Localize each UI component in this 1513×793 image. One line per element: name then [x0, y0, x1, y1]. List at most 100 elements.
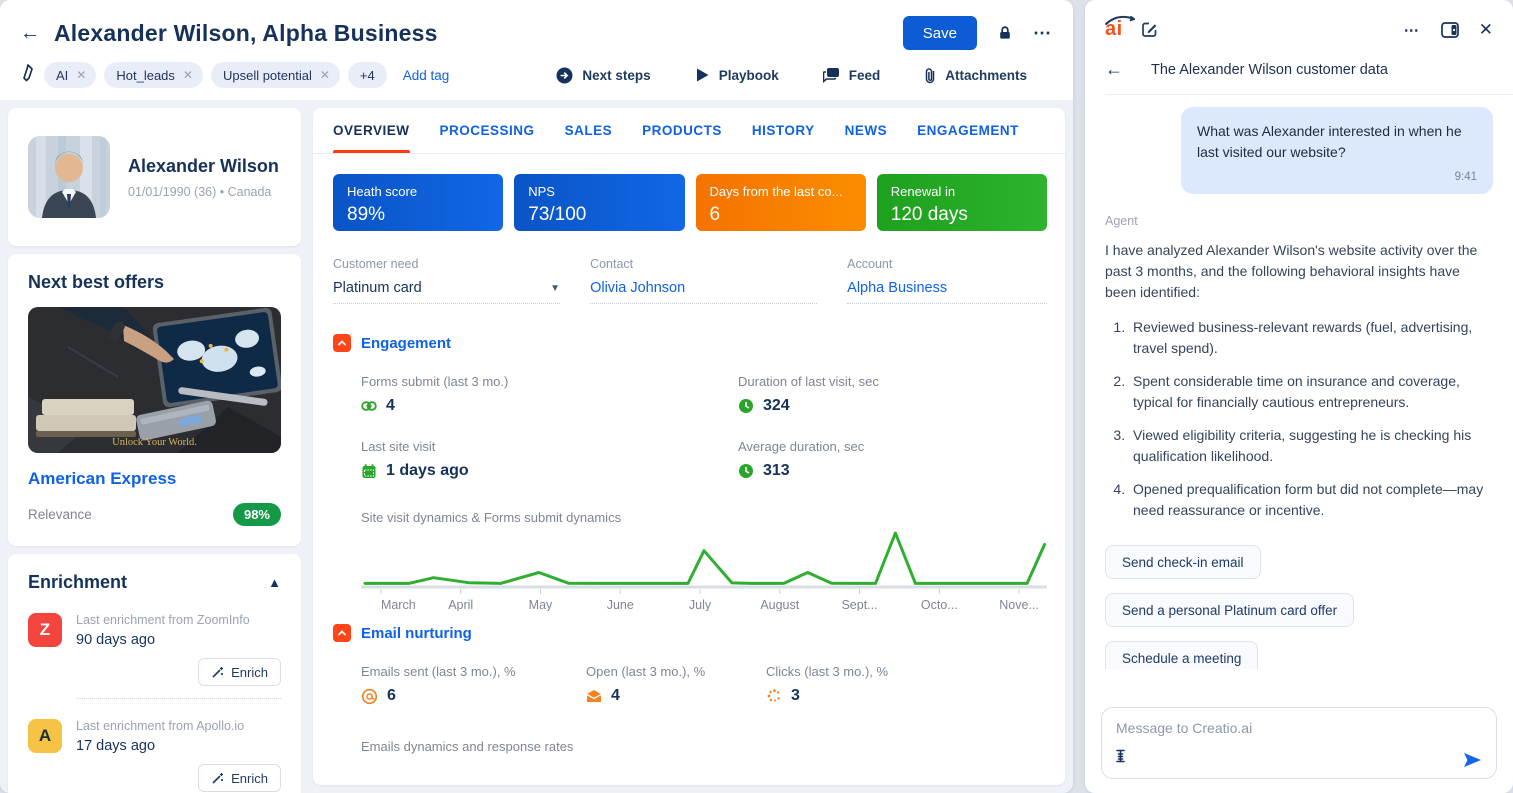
contact-meta: 01/01/1990 (36) • Canada: [128, 185, 279, 199]
magic-wand-icon: [211, 772, 224, 785]
svg-text:Sept...: Sept...: [841, 598, 877, 611]
magic-wand-icon: [211, 666, 224, 679]
message-timestamp: 9:41: [1197, 169, 1477, 186]
tab-news[interactable]: NEWS: [845, 108, 888, 153]
next-steps-button[interactable]: Next steps: [556, 67, 650, 84]
record-detail-card: OVERVIEW PROCESSING SALES PRODUCTS HISTO…: [313, 108, 1065, 785]
remove-tag-icon[interactable]: ✕: [320, 68, 330, 82]
svg-text:March: March: [381, 598, 416, 611]
creatio-ai-logo[interactable]: ai: [1105, 18, 1123, 41]
close-icon[interactable]: ✕: [1479, 20, 1493, 40]
message-composer[interactable]: [1101, 707, 1497, 779]
stat-open-rate: Open (last 3 mo.), % 4: [586, 664, 766, 705]
account-link[interactable]: Alpha Business: [847, 280, 1047, 304]
enrich-button[interactable]: Enrich: [198, 764, 281, 792]
more-tags-pill[interactable]: +4: [348, 62, 387, 88]
tab-bar: OVERVIEW PROCESSING SALES PRODUCTS HISTO…: [313, 108, 1065, 154]
tab-overview[interactable]: OVERVIEW: [333, 108, 410, 153]
tab-products[interactable]: PRODUCTS: [642, 108, 722, 153]
enrichment-item-zoominfo: Z Last enrichment from ZoomInfo 90 days …: [28, 613, 281, 699]
play-icon: [695, 67, 710, 83]
agent-insight: Opened prequalification form but did not…: [1129, 479, 1493, 521]
panel-more-icon[interactable]: ⋯: [1404, 21, 1421, 39]
tag-pill[interactable]: Upsell potential✕: [211, 62, 340, 88]
stat-clicks: Clicks (last 3 mo.), % 3: [766, 664, 991, 705]
left-sidebar: Alexander Wilson 01/01/1990 (36) • Canad…: [8, 108, 301, 785]
tag-pill[interactable]: AI✕: [44, 62, 96, 88]
email-nurturing-stats: Emails sent (last 3 mo.), % 6 Open (last…: [361, 664, 1047, 705]
metric-card-days-last-contact: Days from the last co... 6: [696, 174, 866, 231]
send-message-icon[interactable]: [1463, 752, 1482, 768]
stat-emails-sent: Emails sent (last 3 mo.), % 6: [361, 664, 586, 705]
offer-name-link[interactable]: American Express: [28, 469, 281, 489]
metric-card-health-score: Heath score 89%: [333, 174, 503, 231]
agent-insight: Spent considerable time on insurance and…: [1129, 371, 1493, 413]
tab-history[interactable]: HISTORY: [752, 108, 815, 153]
open-email-icon: [586, 689, 602, 703]
enrichment-card: Enrichment ▲ Z Last enrichment from Zoom…: [8, 554, 301, 793]
email-nurturing-section-header: Email nurturing: [333, 624, 1047, 642]
tag-pill[interactable]: Hot_leads✕: [104, 62, 203, 88]
agent-intro: I have analyzed Alexander Wilson's websi…: [1105, 240, 1493, 303]
contact-link[interactable]: Olivia Johnson: [590, 280, 817, 304]
account-field: Account Alpha Business: [847, 257, 1047, 304]
remove-tag-icon[interactable]: ✕: [76, 68, 86, 82]
chart-title: Site visit dynamics & Forms submit dynam…: [361, 510, 1047, 525]
new-chat-icon[interactable]: [1141, 21, 1158, 38]
offers-title: Next best offers: [28, 272, 281, 293]
more-menu-icon[interactable]: ⋯: [1033, 23, 1053, 44]
back-icon[interactable]: ←: [20, 22, 40, 45]
panel-toggle-icon[interactable]: [1441, 22, 1459, 38]
collapse-icon[interactable]: ▲: [268, 575, 281, 590]
apollo-icon: A: [28, 719, 62, 753]
at-icon: [361, 688, 378, 705]
enrichment-age: 90 days ago: [76, 632, 281, 648]
feed-icon: [823, 67, 840, 83]
chat-back-icon[interactable]: ←: [1105, 59, 1123, 80]
remove-tag-icon[interactable]: ✕: [183, 68, 193, 82]
dictation-icon[interactable]: [1116, 749, 1125, 768]
page-header: ← Alexander Wilson, Alpha Business Save …: [0, 0, 1073, 100]
save-button[interactable]: Save: [903, 16, 977, 50]
customer-need-select[interactable]: Platinum card ▼: [333, 280, 560, 304]
contact-name: Alexander Wilson: [128, 156, 279, 177]
creatio-ai-panel: ai ⋯ ✕ ← The Alexander Wilson customer d…: [1085, 0, 1513, 793]
add-tag-button[interactable]: Add tag: [403, 68, 450, 83]
stat-last-visit-duration: Duration of last visit, sec 324: [738, 374, 1047, 415]
user-message-bubble: What was Alexander interested in when he…: [1181, 107, 1493, 194]
tab-engagement[interactable]: ENGAGEMENT: [917, 108, 1019, 153]
calendar-icon: [361, 463, 377, 479]
contact-field: Contact Olivia Johnson: [590, 257, 817, 304]
tag-pen-icon: [20, 64, 36, 87]
clicks-icon: [766, 688, 782, 704]
message-input[interactable]: [1116, 720, 1482, 736]
tab-processing[interactable]: PROCESSING: [440, 108, 535, 153]
attachments-button[interactable]: Attachments: [924, 67, 1027, 84]
enrich-button[interactable]: Enrich: [198, 658, 281, 686]
metric-card-renewal: Renewal in 120 days: [877, 174, 1047, 231]
feed-button[interactable]: Feed: [823, 67, 881, 83]
tab-sales[interactable]: SALES: [565, 108, 613, 153]
offer-image-caption: Unlock Your World.: [28, 437, 281, 448]
lock-icon[interactable]: [997, 25, 1013, 41]
playbook-button[interactable]: Playbook: [695, 67, 779, 83]
metric-card-nps: NPS 73/100: [514, 174, 684, 231]
engagement-chart-block: Site visit dynamics & Forms submit dynam…: [361, 510, 1047, 616]
schedule-meeting-button[interactable]: Schedule a meeting: [1105, 641, 1258, 669]
collapse-section-icon[interactable]: [333, 334, 351, 352]
stat-last-site-visit: Last site visit 1 days ago: [361, 439, 738, 480]
svg-text:May: May: [529, 598, 553, 611]
send-platinum-offer-button[interactable]: Send a personal Platinum card offer: [1105, 593, 1354, 627]
collapse-section-icon[interactable]: [333, 624, 351, 642]
offer-image[interactable]: Unlock Your World.: [28, 307, 281, 453]
email-dynamics-label: Emails dynamics and response rates: [361, 739, 1047, 754]
agent-insights-list: Reviewed business-relevant rewards (fuel…: [1111, 317, 1493, 521]
enrichment-item-apollo: A Last enrichment from Apollo.io 17 days…: [28, 719, 281, 793]
enrichment-source: Last enrichment from ZoomInfo: [76, 613, 281, 627]
stat-average-duration: Average duration, sec 313: [738, 439, 1047, 480]
crm-window: ← Alexander Wilson, Alpha Business Save …: [0, 0, 1073, 793]
svg-text:April: April: [448, 598, 473, 611]
send-checkin-email-button[interactable]: Send check-in email: [1105, 545, 1261, 579]
customer-need-field: Customer need Platinum card ▼: [333, 257, 560, 304]
email-nurturing-section-title: Email nurturing: [361, 625, 472, 642]
